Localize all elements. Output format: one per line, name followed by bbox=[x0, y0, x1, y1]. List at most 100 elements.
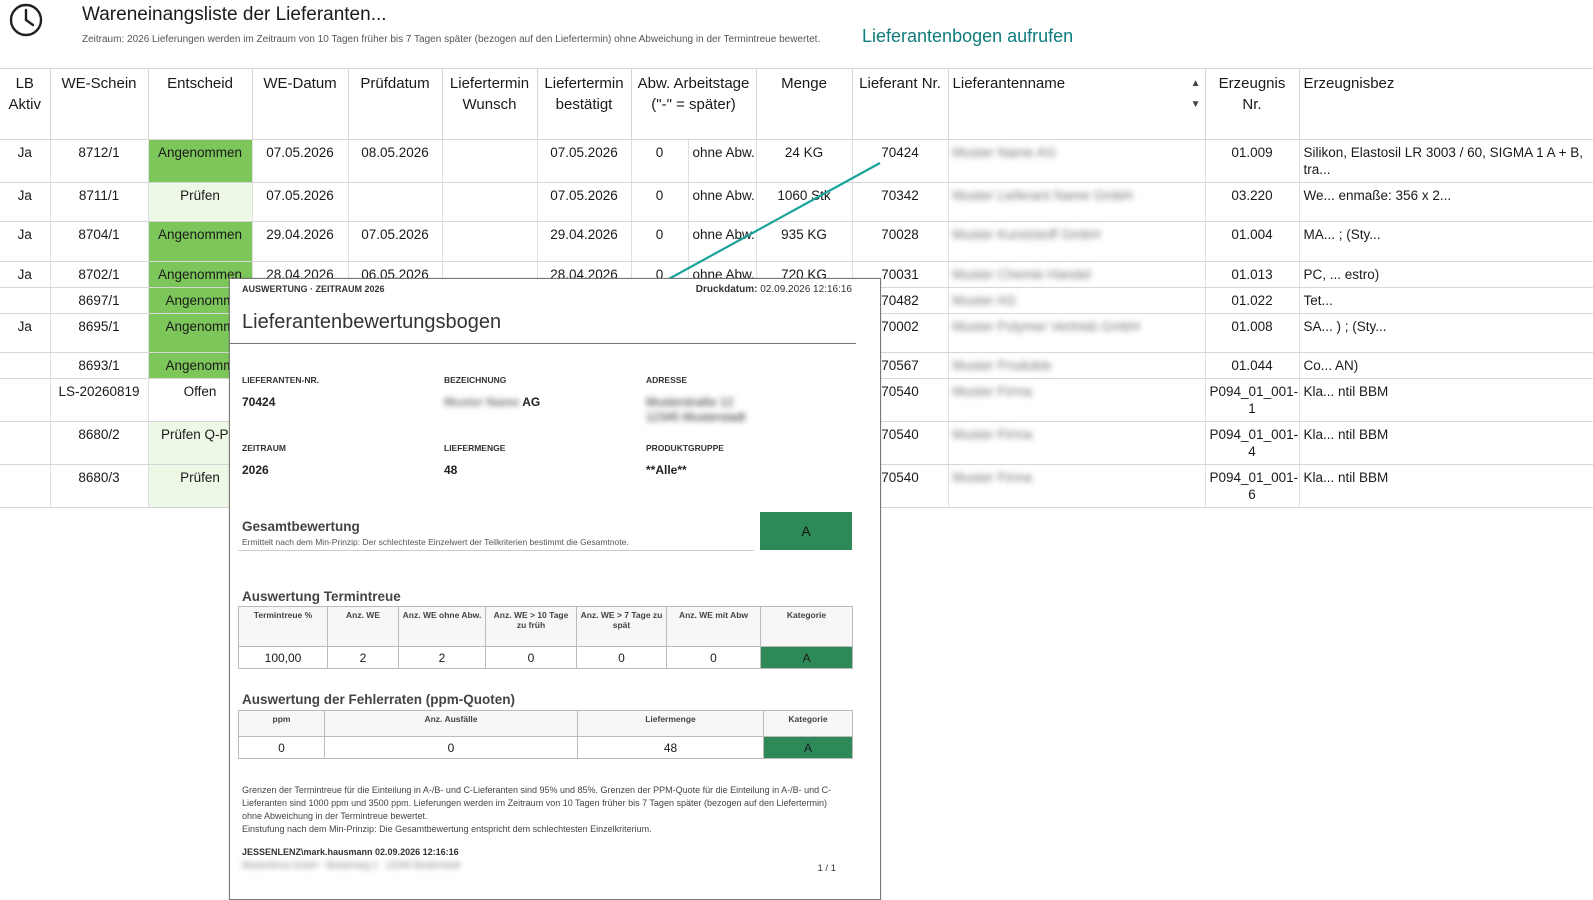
designation-value: Muster Name AG bbox=[444, 395, 540, 409]
error-rate-heading: Auswertung der Fehlerraten (ppm-Quoten) bbox=[242, 692, 516, 707]
col-we-datum[interactable]: WE-Datum bbox=[252, 69, 349, 140]
cell-liefertermin-wunsch bbox=[442, 139, 538, 183]
cell-lieferant-nr: 70342 bbox=[852, 182, 949, 222]
cell-we-datum: 07.05.2026 bbox=[252, 182, 349, 222]
cell-abw-text: ohne Abw. bbox=[688, 182, 757, 222]
cell-erzeugnis-nr: P094_01_001-1 bbox=[1205, 378, 1300, 422]
cell-lb-aktiv: Ja bbox=[0, 261, 51, 288]
overall-rating-note: Ermittelt nach dem Min-Prinzip: Der schl… bbox=[242, 537, 629, 547]
cell-erzeugnisbez: PC, ... estro) bbox=[1299, 261, 1593, 288]
table-row[interactable]: Ja 8704/1 Angenommen 29.04.2026 07.05.2026 29… bbox=[0, 221, 1593, 262]
th-fehler-kategorie: Kategorie bbox=[763, 710, 853, 737]
period-value: 2026 bbox=[242, 463, 269, 477]
table-row[interactable]: Ja 8711/1 Prüfen 07.05.2026 07.05.2026 0 ohne … bbox=[0, 182, 1593, 222]
col-lieferantenname-label: Lieferantenname bbox=[952, 75, 1066, 92]
cell-we-schein: 8712/1 bbox=[50, 139, 149, 183]
cell-pruefdatum: 07.05.2026 bbox=[348, 221, 443, 262]
cell-liefertermin-bestaetigt: 29.04.2026 bbox=[537, 221, 632, 262]
cell-liefertermin-bestaetigt: 07.05.2026 bbox=[537, 139, 632, 183]
col-lb-aktiv[interactable]: LB Aktiv bbox=[0, 69, 51, 140]
cell-erzeugnis-nr: 01.009 bbox=[1205, 139, 1300, 183]
cell-abw-text: ohne Abw. bbox=[688, 221, 757, 262]
print-date: Druckdatum: 02.09.2026 12:16:16 bbox=[696, 284, 852, 295]
cell-abw-tage: 0 bbox=[631, 221, 689, 262]
col-lieferantenname[interactable]: ▲ ▼ Lieferantenname bbox=[948, 69, 1206, 140]
report-title: Lieferantenbewertungsbogen bbox=[242, 311, 502, 333]
termintreue-value: 100,00 bbox=[238, 646, 328, 669]
cell-erzeugnisbez: We... enmaße: 356 x 2... bbox=[1299, 182, 1593, 222]
grid-header-row: LB Aktiv WE-Schein Entscheid WE-Datum Pr… bbox=[0, 69, 1593, 140]
page-number: 1 / 1 bbox=[817, 863, 837, 874]
cell-menge: 24 KG bbox=[756, 139, 853, 183]
cell-lb-aktiv bbox=[0, 421, 51, 465]
cell-lieferantenname: Muster Lieferant Name GmbH bbox=[948, 182, 1206, 222]
th-kategorie: Kategorie bbox=[760, 606, 853, 647]
cell-erzeugnisbez: Kla... ntil BBM bbox=[1299, 421, 1593, 465]
cell-liefertermin-wunsch bbox=[442, 221, 538, 262]
cell-lieferantenname: Muster AG bbox=[948, 287, 1206, 314]
cell-we-schein: 8680/3 bbox=[50, 464, 149, 508]
cell-pruefdatum bbox=[348, 182, 443, 222]
cell-lieferantenname: Muster Kunststoff GmbH bbox=[948, 221, 1206, 262]
cell-lieferantenname: Muster Chemie Handel bbox=[948, 261, 1206, 288]
cell-lb-aktiv bbox=[0, 464, 51, 508]
sort-icon[interactable]: ▲ ▼ bbox=[1191, 73, 1201, 115]
col-menge[interactable]: Menge bbox=[756, 69, 853, 140]
th-termintreue: Termintreue % bbox=[238, 606, 328, 647]
overall-divider bbox=[238, 550, 754, 551]
print-date-label: Druckdatum: bbox=[695, 284, 758, 295]
cell-lieferantenname: Muster Polymer Vertrieb GmbH bbox=[948, 313, 1206, 353]
cell-lieferantenname: Muster Name AG bbox=[948, 139, 1206, 183]
col-liefertermin-bestaetigt[interactable]: Liefertermin bestätigt bbox=[537, 69, 632, 140]
cell-erzeugnis-nr: P094_01_001-4 bbox=[1205, 421, 1300, 465]
col-entscheid[interactable]: Entscheid bbox=[148, 69, 253, 140]
anz-we-frueh-value: 0 bbox=[485, 646, 577, 669]
period-label: ZEITRAUM bbox=[242, 443, 286, 453]
col-lieferant-nr[interactable]: Lieferant Nr. bbox=[852, 69, 949, 140]
cell-erzeugnis-nr: 01.044 bbox=[1205, 352, 1300, 379]
cell-lb-aktiv: Ja bbox=[0, 182, 51, 222]
col-pruefdatum[interactable]: Prüfdatum bbox=[348, 69, 443, 140]
cell-erzeugnisbez: Kla... ntil BBM bbox=[1299, 378, 1593, 422]
supplier-nr-value: 70424 bbox=[242, 395, 276, 409]
delivery-performance-table: Termintreue % Anz. WE Anz. WE ohne Abw. … bbox=[238, 606, 853, 669]
cell-entscheid: Angenommen bbox=[148, 139, 253, 183]
report-top-label: AUSWERTUNG · ZEITRAUM 2026 bbox=[242, 284, 385, 294]
anz-we-value: 2 bbox=[327, 646, 399, 669]
open-supplier-sheet-link[interactable]: Lieferantenbogen aufrufen bbox=[862, 26, 1073, 47]
col-we-schein[interactable]: WE-Schein bbox=[50, 69, 149, 140]
supplier-nr-label: LIEFERANTEN-NR. bbox=[242, 375, 319, 385]
cell-we-schein: 8711/1 bbox=[50, 182, 149, 222]
cell-erzeugnis-nr: 01.013 bbox=[1205, 261, 1300, 288]
cell-liefertermin-wunsch bbox=[442, 182, 538, 222]
fehler-category-value: A bbox=[763, 736, 853, 759]
delivery-qty-value: 48 bbox=[444, 463, 458, 477]
cell-we-datum: 07.05.2026 bbox=[252, 139, 349, 183]
col-abweichung[interactable]: Abw. Arbeitstage ("-" = später) bbox=[631, 69, 757, 140]
cell-entscheid: Angenommen bbox=[148, 221, 253, 262]
designation-suffix: AG bbox=[522, 395, 541, 409]
table-row[interactable]: Ja 8712/1 Angenommen 07.05.2026 08.05.2026 07… bbox=[0, 139, 1593, 183]
cell-we-schein: LS-20260819 bbox=[50, 378, 149, 422]
cell-lb-aktiv: Ja bbox=[0, 221, 51, 262]
cell-we-datum: 29.04.2026 bbox=[252, 221, 349, 262]
overall-grade-box: A bbox=[760, 512, 852, 550]
col-erzeugnis-nr[interactable]: Erzeugnis Nr. bbox=[1205, 69, 1300, 140]
anz-we-mit-abw-value: 0 bbox=[666, 646, 761, 669]
cell-lb-aktiv bbox=[0, 378, 51, 422]
address-line-1: Musterstraße 12 bbox=[646, 395, 734, 409]
report-footnote: Grenzen der Termintreue für die Einteilu… bbox=[242, 784, 842, 836]
cell-lieferant-nr: 70028 bbox=[852, 221, 949, 262]
anz-ausfaelle-value: 0 bbox=[324, 736, 578, 759]
cell-we-schein: 8693/1 bbox=[50, 352, 149, 379]
cell-we-schein: 8697/1 bbox=[50, 287, 149, 314]
th-anz-we-ohne-abw: Anz. WE ohne Abw. bbox=[398, 606, 486, 647]
cell-menge: 935 KG bbox=[756, 221, 853, 262]
report-footnote-limits: Grenzen der Termintreue für die Einteilu… bbox=[242, 785, 832, 821]
product-group-value: **Alle** bbox=[646, 463, 687, 477]
cell-lieferantenname: Muster Produkte bbox=[948, 352, 1206, 379]
col-erzeugnisbez[interactable]: Erzeugnisbez bbox=[1299, 69, 1593, 140]
page-title: Wareneinangsliste der Lieferanten... bbox=[82, 4, 387, 25]
cell-erzeugnisbez: Silikon, Elastosil LR 3003 / 60, SIGMA 1… bbox=[1299, 139, 1593, 183]
col-liefertermin-wunsch[interactable]: Liefertermin Wunsch bbox=[442, 69, 538, 140]
